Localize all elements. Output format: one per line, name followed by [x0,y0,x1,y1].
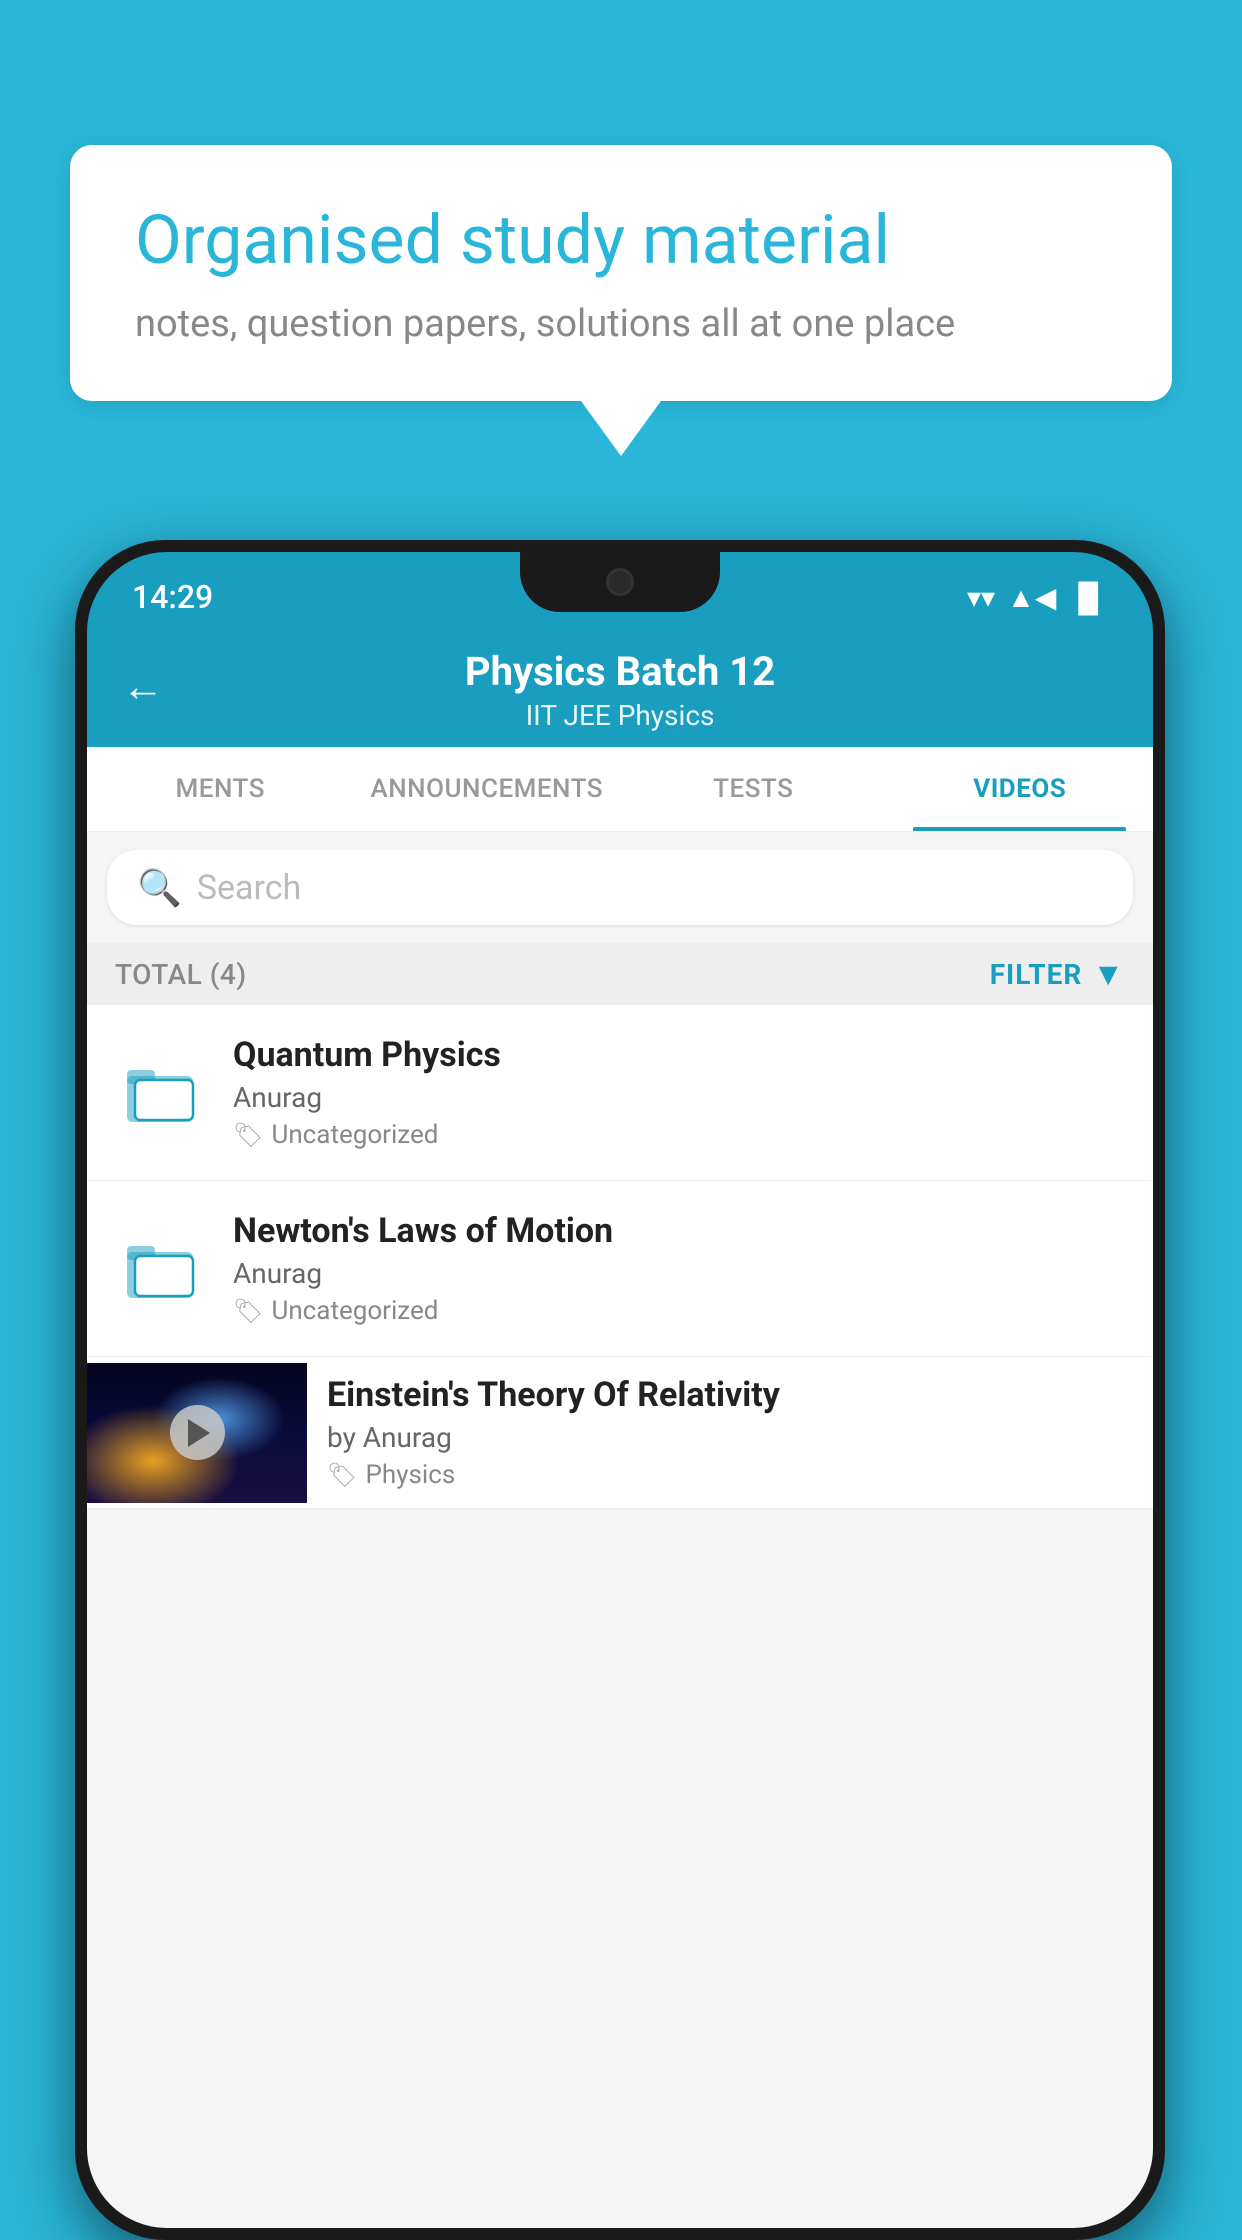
battery-icon: ▐▌ [1068,581,1108,614]
filter-label: FILTER [990,958,1083,991]
app-title: Physics Batch 12 [465,648,775,695]
tab-videos[interactable]: VIDEOS [887,747,1154,831]
item-author: Anurag [233,1081,1125,1114]
tab-tests[interactable]: TESTS [620,747,887,831]
item-title: Einstein's Theory Of Relativity [327,1375,1133,1415]
list-item[interactable]: Quantum Physics Anurag 🏷 Uncategorized [87,1005,1153,1181]
speech-bubble-subtitle: notes, question papers, solutions all at… [135,302,1107,346]
list-item[interactable]: Newton's Laws of Motion Anurag 🏷 Uncateg… [87,1181,1153,1357]
search-bar[interactable]: 🔍 Search [107,850,1133,925]
item-author: Anurag [233,1257,1125,1290]
filter-row: TOTAL (4) FILTER ▼ [87,943,1153,1005]
folder-icon-wrapper [115,1224,205,1314]
speech-bubble-title: Organised study material [135,200,1107,282]
tag-icon: 🏷 [233,1297,263,1325]
tab-bar: MENTS ANNOUNCEMENTS TESTS VIDEOS [87,747,1153,832]
total-count: TOTAL (4) [115,958,247,991]
folder-icon [125,1062,195,1124]
item-title: Newton's Laws of Motion [233,1211,1125,1251]
tag-icon: 🏷 [327,1461,357,1489]
wifi-icon: ▾▾ [967,581,995,614]
phone-frame: 14:29 ▾▾ ▲◀ ▐▌ ← Physics Batch 12 IIT JE… [75,540,1165,2240]
item-author: by Anurag [327,1421,1133,1454]
content-area: 🔍 Search TOTAL (4) FILTER ▼ [87,832,1153,2228]
list-container: Quantum Physics Anurag 🏷 Uncategorized [87,1005,1153,1509]
tab-announcements[interactable]: ANNOUNCEMENTS [354,747,621,831]
play-button[interactable] [170,1405,225,1460]
filter-funnel-icon: ▼ [1092,955,1125,993]
item-tag: 🏷 Uncategorized [233,1296,1125,1326]
item-title: Quantum Physics [233,1035,1125,1075]
video-thumbnail [87,1363,307,1503]
item-info: Newton's Laws of Motion Anurag 🏷 Uncateg… [233,1211,1125,1326]
app-header: ← Physics Batch 12 IIT JEE Physics [87,627,1153,747]
search-icon: 🔍 [137,867,182,909]
app-subtitle: IIT JEE Physics [526,699,715,732]
item-tag: 🏷 Uncategorized [233,1120,1125,1150]
speech-bubble-arrow [581,401,661,456]
back-button[interactable]: ← [122,663,164,712]
search-placeholder: Search [197,868,301,908]
signal-icon: ▲◀ [1007,581,1056,614]
speech-bubble-wrapper: Organised study material notes, question… [70,145,1172,456]
search-bar-wrapper: 🔍 Search [87,832,1153,943]
item-info: Quantum Physics Anurag 🏷 Uncategorized [233,1035,1125,1150]
tag-icon: 🏷 [233,1121,263,1149]
status-time: 14:29 [132,578,213,616]
folder-icon-wrapper [115,1048,205,1138]
phone-inner: 14:29 ▾▾ ▲◀ ▐▌ ← Physics Batch 12 IIT JE… [87,552,1153,2228]
video-info: Einstein's Theory Of Relativity by Anura… [307,1357,1153,1508]
camera [606,568,634,596]
tab-ments[interactable]: MENTS [87,747,354,831]
status-icons: ▾▾ ▲◀ ▐▌ [967,581,1108,614]
notch [520,552,720,612]
speech-bubble: Organised study material notes, question… [70,145,1172,401]
item-tag: 🏷 Physics [327,1460,1133,1490]
filter-button[interactable]: FILTER ▼ [990,955,1125,993]
play-triangle-icon [188,1419,210,1447]
video-list-item[interactable]: Einstein's Theory Of Relativity by Anura… [87,1357,1153,1509]
folder-icon [125,1238,195,1300]
